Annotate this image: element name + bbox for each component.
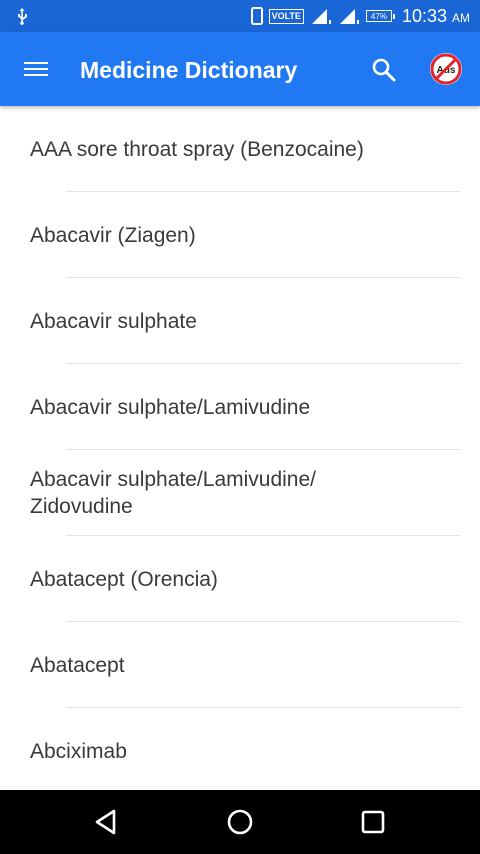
volte-badge: VOLTE: [268, 8, 304, 24]
list-item[interactable]: Abciximab: [0, 708, 480, 794]
list-item-label: Abacavir sulphate/Lamivudine/ Zidovudine: [30, 468, 317, 518]
list-item-label: Abacavir sulphate: [30, 309, 197, 333]
no-ads-icon: Ads: [430, 53, 462, 85]
status-icons: VOLTE 47% 10:33 AM: [250, 0, 470, 32]
signal-icon: [311, 9, 331, 24]
battery-icon: 47%: [365, 10, 395, 22]
list-item-label: Abacavir (Ziagen): [30, 223, 196, 247]
clock: 10:33 AM: [402, 6, 470, 27]
navigation-bar: [0, 790, 480, 854]
list-item-label: Abciximab: [30, 739, 127, 763]
home-icon[interactable]: [222, 804, 258, 840]
list-item-label: Abatacept (Orencia): [30, 567, 218, 591]
list-item[interactable]: AAA sore throat spray (Benzocaine): [0, 106, 480, 192]
list-item-label: Abatacept: [30, 653, 125, 677]
recents-icon[interactable]: [355, 804, 391, 840]
no-ads-button[interactable]: Ads: [430, 53, 462, 85]
usb-icon: [18, 8, 27, 25]
status-bar: VOLTE 47% 10:33 AM: [0, 0, 480, 32]
list-item[interactable]: Abatacept: [0, 622, 480, 708]
list-item[interactable]: Abacavir sulphate: [0, 278, 480, 364]
list-item[interactable]: Abacavir sulphate/Lamivudine/ Zidovudine: [0, 450, 480, 536]
hamburger-menu-icon[interactable]: [24, 56, 50, 82]
signal-icon: [339, 9, 359, 24]
medicine-list: AAA sore throat spray (Benzocaine) Abaca…: [0, 106, 480, 794]
search-icon[interactable]: [370, 56, 398, 84]
app-bar: Medicine Dictionary Ads: [0, 32, 480, 106]
page-title: Medicine Dictionary: [80, 57, 298, 83]
list-item[interactable]: Abacavir (Ziagen): [0, 192, 480, 278]
list-item-label: AAA sore throat spray (Benzocaine): [30, 137, 364, 161]
phone-icon: [250, 7, 263, 25]
list-item-label: Abacavir sulphate/Lamivudine: [30, 395, 311, 419]
list-item[interactable]: Abatacept (Orencia): [0, 536, 480, 622]
list-item[interactable]: Abacavir sulphate/Lamivudine: [0, 364, 480, 450]
clock-time: 10:33: [401, 5, 447, 26]
back-icon[interactable]: [88, 804, 124, 840]
clock-ampm: AM: [452, 10, 470, 25]
